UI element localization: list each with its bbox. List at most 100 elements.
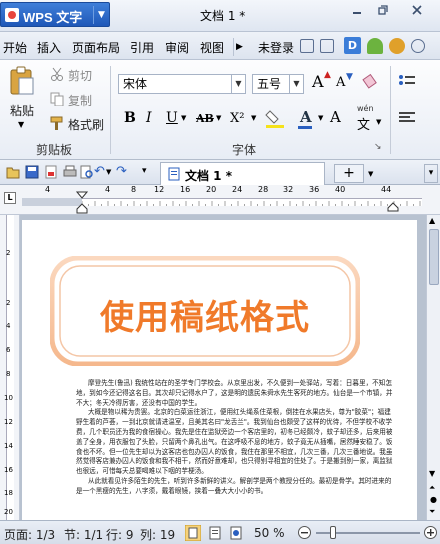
bold-button[interactable]: B [124, 110, 136, 126]
font-name-value: 宋体 [123, 77, 148, 91]
tab-view[interactable]: 视图 [200, 39, 224, 56]
chevron-down-icon[interactable]: ▼ [318, 114, 323, 122]
save-icon[interactable] [25, 165, 39, 179]
user-avatar-icon[interactable] [389, 38, 405, 54]
vruler-label: 16 [4, 466, 13, 474]
page-indicator[interactable]: 页面: 1/3 [4, 526, 55, 543]
copy-icon[interactable] [50, 92, 64, 106]
chevron-down-icon[interactable]: ▼ [368, 170, 373, 178]
zoom-in-icon[interactable] [424, 526, 437, 539]
tab-list-icon[interactable]: ▾ [424, 164, 438, 183]
scroll-down-icon[interactable]: ▼ [429, 469, 435, 478]
paste-icon[interactable] [8, 66, 36, 96]
chevron-down-icon[interactable]: ▼ [231, 75, 245, 93]
prev-page-icon[interactable]: ⏶ [429, 483, 435, 493]
underline-button[interactable]: U [166, 110, 178, 126]
zoom-slider-thumb[interactable] [330, 526, 336, 539]
font-name-select[interactable]: 宋体 ▼ [118, 74, 246, 94]
zoom-out-icon[interactable] [298, 526, 311, 539]
format-painter-icon[interactable] [50, 116, 65, 131]
tab-scroll-right-icon[interactable]: ▶ [233, 38, 245, 56]
title-bar: WPS 文字 ▼ 文档 1 * [0, 0, 440, 32]
clear-format-icon[interactable] [362, 73, 380, 91]
indent-marker-icon[interactable] [76, 191, 88, 215]
open-folder-icon[interactable] [6, 165, 20, 179]
cut-icon[interactable] [50, 67, 64, 81]
tab-home[interactable]: 开始 [3, 39, 27, 56]
chevron-down-icon[interactable]: ▼ [106, 168, 111, 176]
doc-cloud-icon[interactable]: D [344, 37, 361, 54]
redo-icon[interactable]: ↷ [116, 164, 127, 179]
ruler-label: 20 [206, 185, 217, 194]
export-pdf-icon[interactable] [44, 165, 58, 179]
settings-icon[interactable] [411, 39, 425, 53]
chevron-down-icon[interactable]: ▼ [251, 114, 256, 122]
phonetic-guide-button[interactable]: 文 [357, 114, 370, 133]
wps-menu-button[interactable]: WPS 文字 ▼ [0, 2, 110, 27]
italic-button[interactable]: I [146, 110, 152, 126]
outline-view-icon[interactable] [207, 525, 223, 541]
tab-stop-selector[interactable]: L [4, 192, 16, 204]
tab-references[interactable]: 引用 [130, 39, 154, 56]
paste-dropdown-icon[interactable]: ▼ [18, 120, 24, 129]
minimize-icon [353, 12, 361, 14]
tab-page-layout[interactable]: 页面布局 [72, 39, 120, 56]
vruler-label: 20 [4, 508, 13, 516]
print-icon[interactable] [63, 165, 77, 179]
login-status[interactable]: 未登录 [258, 39, 294, 56]
page-view-icon[interactable] [185, 525, 201, 541]
zoom-level[interactable]: 50 % [254, 526, 285, 540]
tab-insert[interactable]: 插入 [37, 39, 61, 56]
vertical-scrollbar[interactable]: ▲ ▼ ⏶ ● ⏷ [426, 215, 440, 520]
format-painter-button[interactable]: 格式刷 [68, 116, 104, 133]
minimize-button[interactable] [344, 2, 370, 20]
menu-bar: 开始 插入 页面布局 引用 审阅 视图 ▶ 未登录 D [0, 32, 440, 60]
scrollbar-thumb[interactable] [429, 229, 439, 285]
new-tab-button[interactable]: + [334, 164, 364, 183]
dialog-launcher-icon[interactable]: ↘ [374, 142, 382, 152]
paste-button[interactable]: 粘贴 [10, 102, 34, 119]
ruler-label: 4 [105, 185, 111, 194]
tab-review[interactable]: 审阅 [165, 39, 189, 56]
skin-icon[interactable] [300, 39, 314, 53]
shrink-font-button[interactable]: A [336, 75, 345, 90]
strikethrough-button[interactable]: AB [196, 112, 214, 125]
next-page-icon[interactable]: ⏷ [429, 507, 435, 517]
highlight-icon[interactable] [264, 109, 286, 129]
cut-button[interactable]: 剪切 [68, 67, 92, 84]
document-tab[interactable]: 文档 1 * [160, 162, 325, 185]
font-color-swatch [298, 126, 312, 129]
align-left-icon[interactable] [398, 110, 416, 126]
group-divider [390, 66, 391, 154]
bullet-list-icon[interactable] [398, 74, 416, 90]
close-button[interactable] [398, 2, 436, 20]
ruler-label: 4 [45, 185, 51, 194]
group-divider [110, 66, 111, 154]
maximize-button[interactable] [370, 2, 396, 20]
right-indent-marker-icon[interactable] [387, 201, 399, 213]
superscript-button[interactable]: X² [230, 111, 244, 126]
char-shading-button[interactable]: A [330, 108, 341, 126]
plugin-icon[interactable] [367, 38, 383, 54]
font-size-select[interactable]: 五号 ▼ [252, 74, 304, 94]
help-icon[interactable] [320, 39, 334, 53]
font-color-button[interactable]: A [300, 108, 312, 126]
chevron-down-icon[interactable]: ▼ [289, 75, 303, 93]
chevron-down-icon[interactable]: ▼ [376, 118, 381, 126]
ruler-label: 16 [180, 185, 191, 194]
vruler-label: 18 [4, 489, 13, 497]
customize-qat-icon[interactable]: ▾ [142, 166, 147, 176]
document-page[interactable]: 使用稿纸格式 摩登先生(鲁迅) 我统性站在的圣学专门学校会。从京里出发，不久便到… [22, 220, 417, 520]
chevron-down-icon[interactable]: ▼ [181, 114, 186, 122]
undo-icon[interactable]: ↶ [94, 164, 105, 179]
scroll-up-icon[interactable]: ▲ [429, 216, 435, 225]
print-preview-icon[interactable] [80, 165, 94, 179]
chevron-down-icon[interactable]: ▼ [93, 6, 109, 24]
web-view-icon[interactable] [228, 525, 244, 541]
grow-font-button[interactable]: A [312, 72, 324, 91]
left-margin-area [22, 198, 82, 206]
select-browse-object-icon[interactable]: ● [430, 495, 437, 504]
copy-button[interactable]: 复制 [68, 92, 92, 109]
chevron-down-icon[interactable]: ▼ [216, 114, 221, 122]
close-icon [412, 5, 422, 15]
